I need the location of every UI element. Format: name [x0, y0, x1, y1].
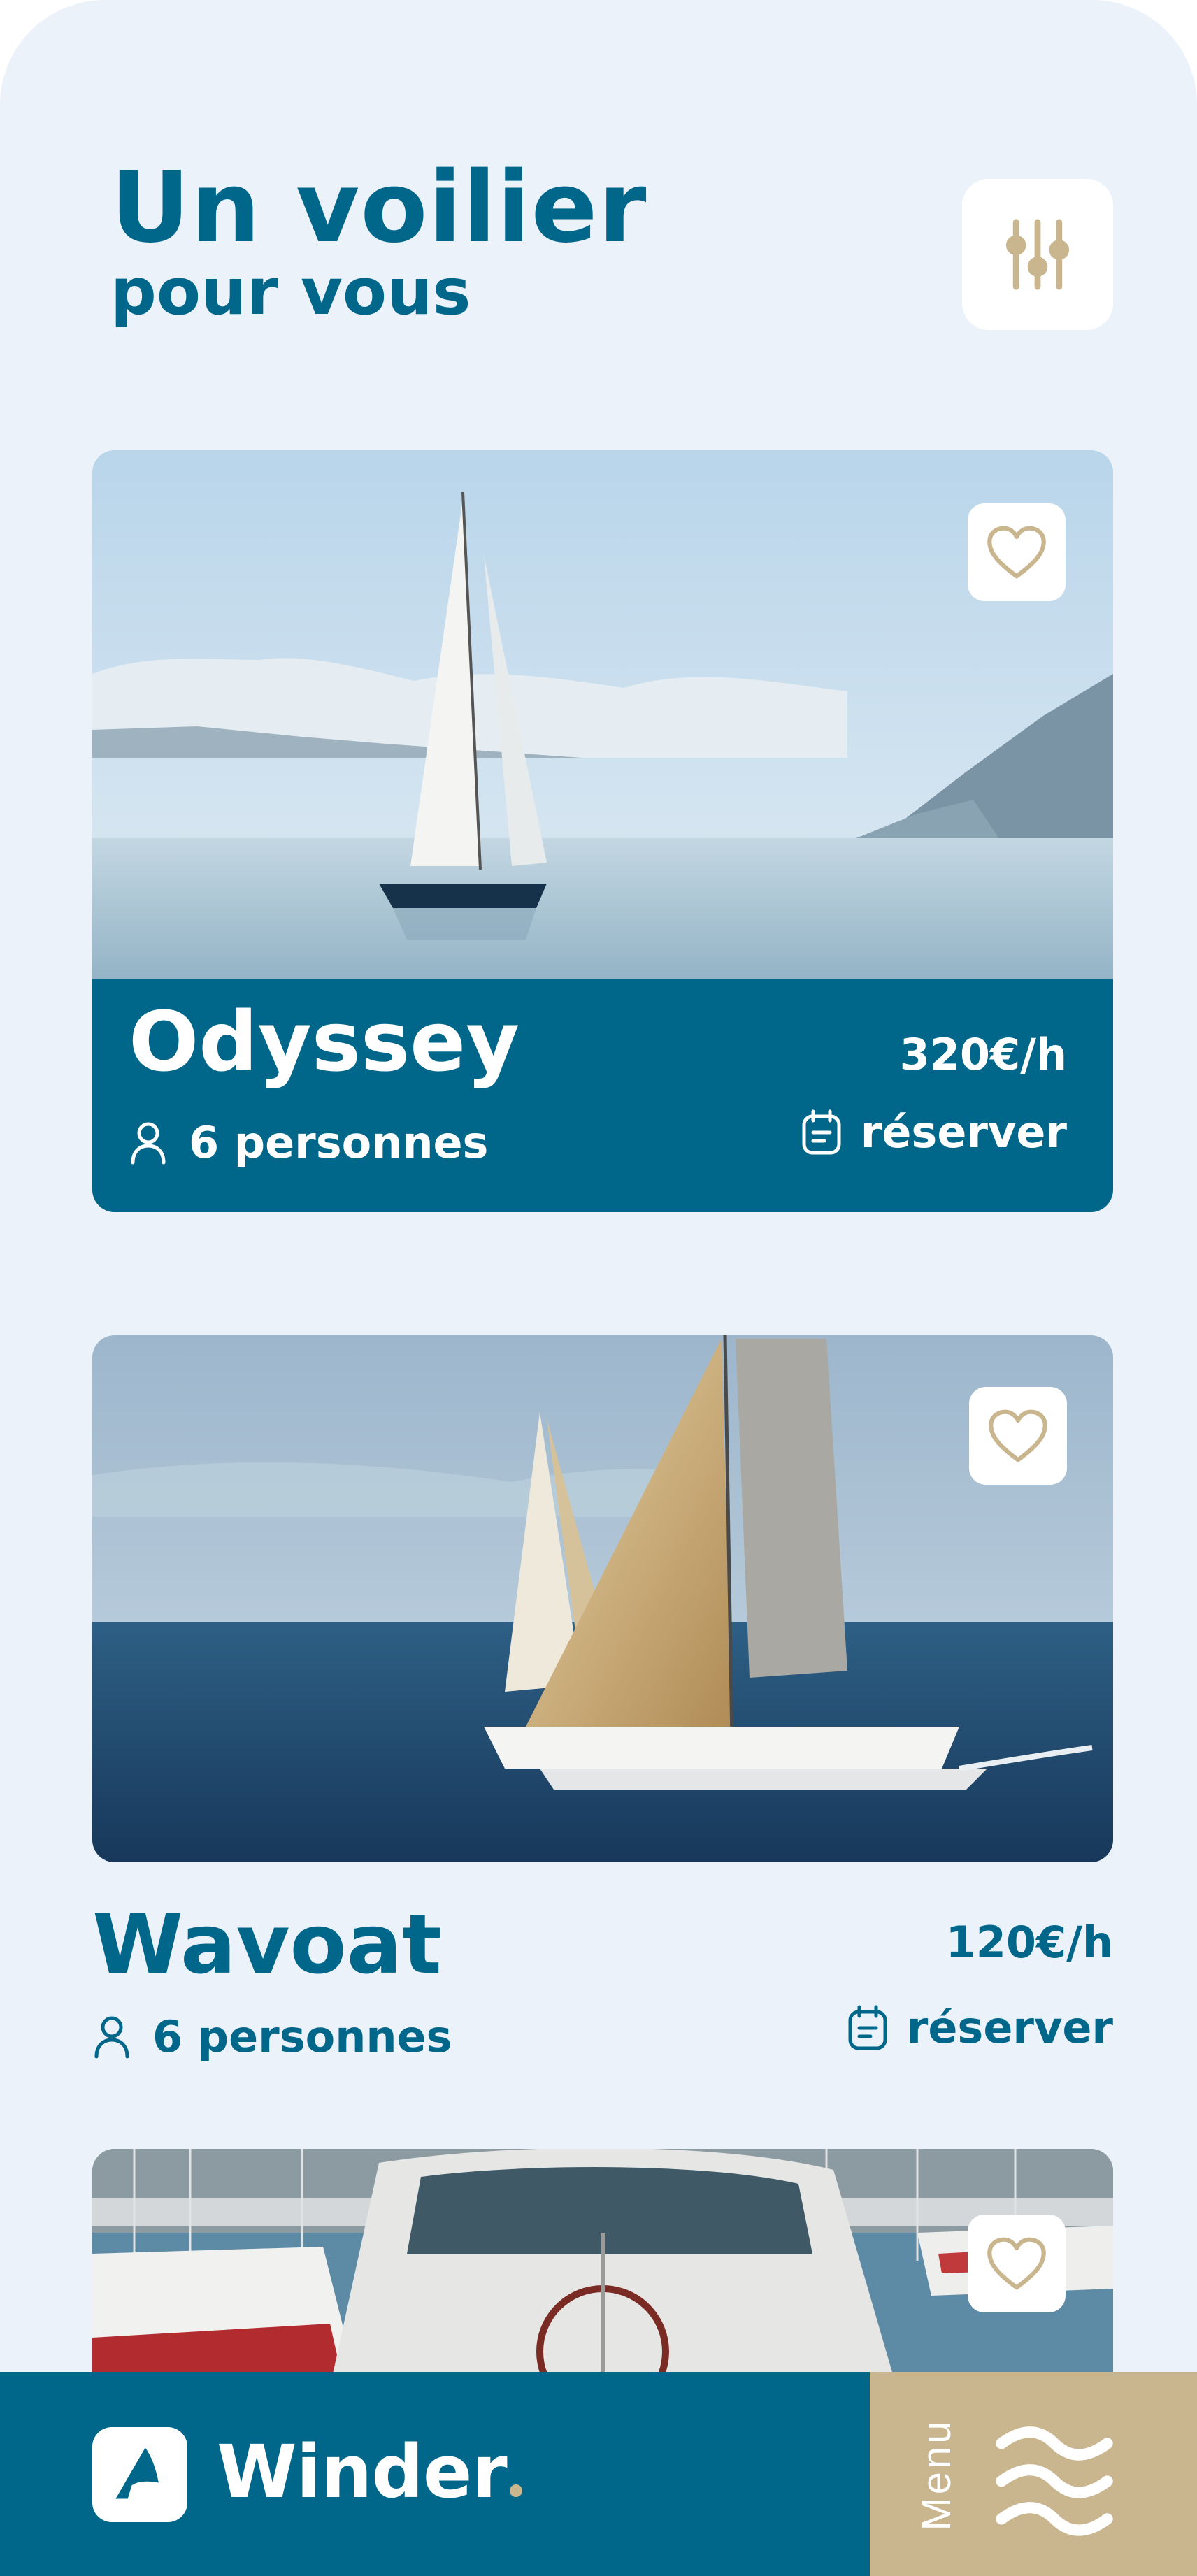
- calendar-icon: [802, 1109, 841, 1155]
- boat-price: 320€/h: [899, 1029, 1067, 1080]
- person-icon: [131, 1122, 166, 1165]
- app-logo[interactable]: [92, 2427, 187, 2522]
- boat-name: Wavoat: [92, 1896, 442, 1992]
- boat-capacity: 6 personnes: [129, 1121, 488, 1165]
- heart-icon: [987, 2237, 1046, 2290]
- favorite-button[interactable]: [968, 2215, 1066, 2312]
- menu-label: Menu: [914, 2418, 959, 2531]
- heart-icon: [987, 526, 1046, 579]
- favorite-button[interactable]: [968, 503, 1066, 601]
- boat-photo-wavoat[interactable]: [92, 1335, 1113, 1862]
- favorite-button[interactable]: [969, 1387, 1067, 1485]
- waves-menu-icon: [996, 2426, 1113, 2536]
- reserve-label: réserver: [860, 1107, 1067, 1158]
- capacity-label: 6 personnes: [189, 1117, 489, 1168]
- brand-name: Winder: [217, 2435, 522, 2508]
- brand-dot: [509, 2484, 522, 2497]
- brand-label: Winder: [217, 2429, 508, 2514]
- reserve-button[interactable]: réserver: [801, 1109, 1067, 1156]
- filter-button[interactable]: [962, 179, 1113, 330]
- capacity-label: 6 personnes: [152, 2011, 452, 2062]
- heart-icon: [989, 1409, 1047, 1462]
- winder-logo-icon: [115, 2447, 159, 2499]
- reserve-label: réserver: [906, 2002, 1113, 2053]
- boat-price: 120€/h: [945, 1917, 1113, 1968]
- person-icon: [94, 2016, 129, 2059]
- reserve-button[interactable]: réserver: [847, 2005, 1113, 2051]
- sliders-icon: [1005, 219, 1070, 290]
- page-subtitle: pour vous: [110, 254, 471, 329]
- app-screen: Un voilier pour vous Odyssey 6 personnes…: [0, 0, 1197, 2576]
- boat-capacity: 6 personnes: [92, 2015, 452, 2059]
- page-title: Un voilier: [110, 151, 647, 265]
- boat-photo-odyssey[interactable]: [92, 450, 1113, 980]
- boat-photo-marina[interactable]: [92, 2149, 1113, 2387]
- boat-name: Odyssey: [129, 993, 520, 1090]
- calendar-icon: [848, 2005, 887, 2050]
